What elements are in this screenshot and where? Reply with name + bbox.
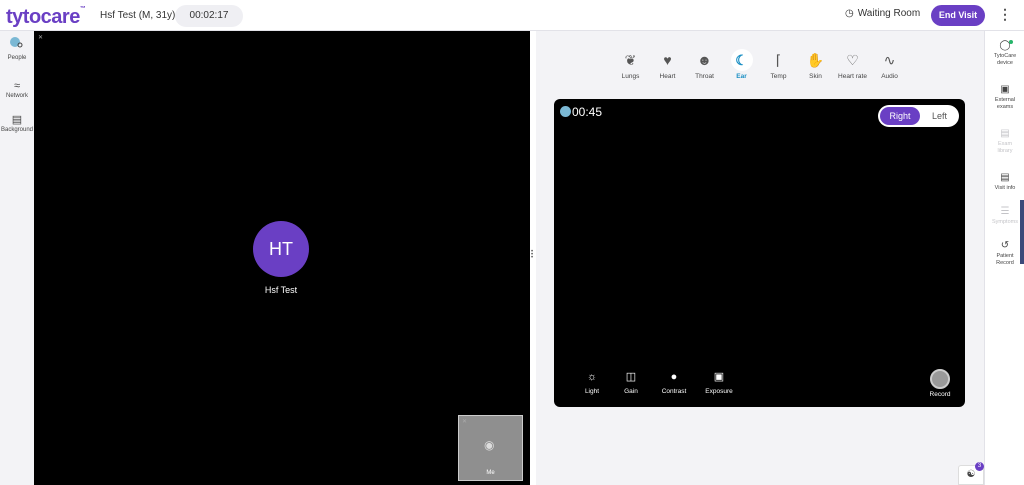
recording-indicator [560,106,571,117]
exposure-button[interactable]: ▣ Exposure [699,369,739,395]
tab-heart-rate[interactable]: ♡ Heart rate [834,49,871,80]
mic-muted-icon: ✕ [38,35,44,41]
tab-throat[interactable]: ☻ Throat [686,49,723,80]
patient-record-button[interactable]: ↺ Patient Record [985,239,1024,267]
heart-rate-icon: ♡ [846,52,859,68]
device-icon: ◯ [999,40,1011,51]
network-icon: ≈ [13,80,21,92]
background-label: Background [0,127,34,133]
toggle-right-button[interactable]: Right [880,107,920,125]
visit-info-button[interactable]: ▤ Visit info [985,171,1024,192]
exposure-icon: ▣ [713,371,725,383]
exam-camera-view: 00:45 Right Left ☼ Light ◫ Gain ● Contrast … [554,99,965,407]
more-options-icon[interactable]: ⋮ [998,6,1012,23]
self-view[interactable]: ✕ ◉ Me [458,415,523,481]
drag-handle-icon: • • • [531,249,534,261]
end-visit-button[interactable]: End Visit [931,5,985,26]
tytocare-device-button[interactable]: ◯ TytoCare device [985,39,1024,67]
audio-icon: ∿ [883,52,896,68]
waiting-room-label: Waiting Room [857,8,921,19]
tab-ear[interactable]: ☾ Ear [723,49,760,80]
tab-audio[interactable]: ∿ Audio [871,49,908,80]
self-mic-muted-icon: ✕ [462,419,468,425]
gain-icon: ◫ [625,371,637,383]
network-button[interactable]: ≈ Network [0,79,34,99]
participants-button[interactable]: ☯ 3 [958,462,984,485]
ear-side-toggle: Right Left [878,105,959,127]
heart-icon: ♥ [663,52,672,68]
visit-timer: 00:02:17 [175,5,243,27]
briefcase-icon: ▣ [1000,84,1010,95]
exam-panel: ❦ Lungs ♥ Heart ☻ Throat ☾ Ear ⌈ Temp ✋ Skin ♡… [536,31,984,485]
toggle-left-button[interactable]: Left [922,107,957,125]
tab-lungs[interactable]: ❦ Lungs [612,49,649,80]
exam-library-button[interactable]: ▤ Exam library [985,127,1024,155]
throat-icon: ☻ [697,52,712,68]
tab-heart[interactable]: ♥ Heart [649,49,686,80]
history-icon: ↺ [1000,240,1010,251]
connected-status-dot [1009,40,1013,44]
skin-icon: ✋ [806,52,825,68]
background-button[interactable]: ▤ Background [0,113,34,133]
participant-name: Hsf Test [264,285,298,295]
thermometer-icon: ⌈ [775,52,782,68]
exam-tabs: ❦ Lungs ♥ Heart ☻ Throat ☾ Ear ⌈ Temp ✋ Skin ♡… [612,49,908,80]
light-icon: ☼ [586,371,598,383]
image-icon: ▤ [1000,128,1010,139]
record-label: Record [929,391,951,398]
record-button[interactable] [930,369,950,389]
waiting-room-button[interactable]: ◷ Waiting Room [845,8,920,19]
people-button[interactable]: People [0,37,34,61]
clock-icon: ◷ [845,8,854,19]
background-icon: ▤ [11,114,23,126]
lungs-icon: ❦ [624,52,637,68]
symptoms-button[interactable]: ☰ Symptoms [985,205,1024,226]
exam-timer: 00:45 [572,105,603,119]
contrast-button[interactable]: ● Contrast [654,369,694,395]
people-label: People [7,55,27,61]
gain-button[interactable]: ◫ Gain [611,369,651,395]
camera-off-icon: ◉ [484,438,495,452]
contrast-icon: ● [670,371,678,383]
light-button[interactable]: ☼ Light [572,369,612,395]
people-icon [0,37,34,55]
external-exams-button[interactable]: ▣ External exams [985,83,1024,111]
patient-name: Hsf Test (M, 31y) [100,10,176,21]
ear-icon: ☾ [730,49,753,71]
id-card-icon: ▤ [1000,172,1010,183]
self-view-label: Me [486,470,495,476]
participants-count-badge: 3 [975,462,984,471]
tytocare-logo: tytocare™ [6,6,86,28]
checklist-icon: ☰ [1000,206,1010,217]
scrollbar[interactable] [1020,200,1024,264]
tab-temp[interactable]: ⌈ Temp [760,49,797,80]
avatar: HT [253,221,309,277]
remote-video: ✕ HT Hsf Test ✕ ◉ Me [34,31,530,485]
network-label: Network [5,93,28,99]
tab-skin[interactable]: ✋ Skin [797,49,834,80]
left-rail: People ≈ Network ▤ Background [0,31,34,485]
participants-icon: ☯ [966,469,976,480]
right-rail: ◯ TytoCare device ▣ External exams ▤ Exam l… [984,31,1024,485]
top-bar: tytocare™ Hsf Test (M, 31y) 00:02:17 ◷ W… [0,0,1024,31]
